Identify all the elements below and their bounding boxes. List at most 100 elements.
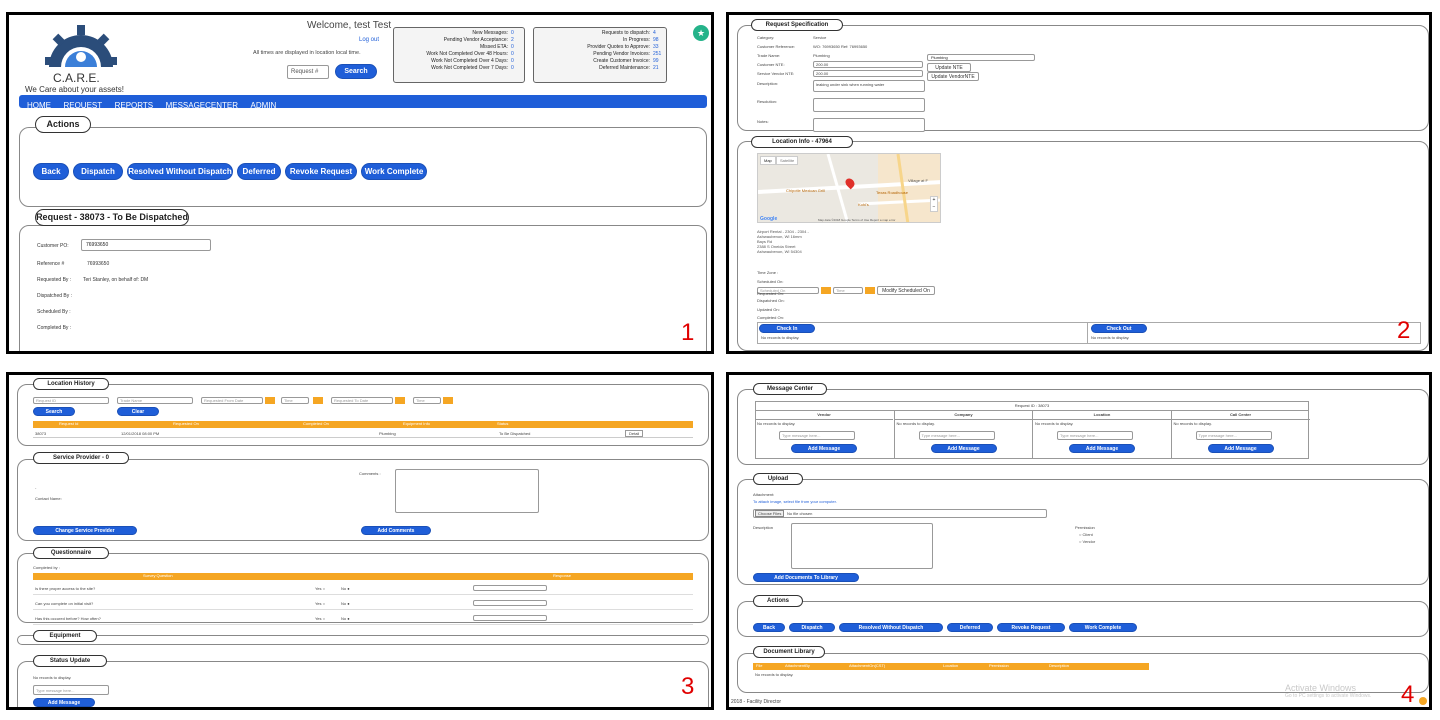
to-calendar-icon[interactable] — [395, 397, 405, 404]
question-response-input[interactable] — [473, 585, 547, 591]
modify-scheduled-button[interactable]: Modify Scheduled On — [877, 286, 935, 295]
mc-header-divider — [1171, 419, 1310, 420]
mc-message-input[interactable]: Type message here... — [1195, 431, 1272, 440]
choose-files-button[interactable]: Choose Files — [755, 510, 785, 517]
history-detail-button[interactable]: Detail — [625, 430, 644, 437]
stat-value[interactable]: 99 — [653, 58, 663, 65]
revoke-request-button[interactable]: Revoke Request — [285, 163, 357, 180]
upload-description-textarea[interactable] — [791, 523, 933, 569]
history-to-date-input[interactable]: Requested To Date — [331, 397, 393, 404]
p4-deferred-button[interactable]: Deferred — [947, 623, 993, 632]
header-search-button[interactable]: Search — [335, 64, 377, 79]
permission-vendor[interactable]: ○ Vendor — [1079, 539, 1095, 544]
mc-message-input[interactable]: Type message here... — [1057, 431, 1133, 440]
question-yes-radio[interactable]: Yes ○ — [315, 616, 325, 621]
stat-label: Requests to dispatch: — [601, 30, 650, 36]
mc-message-input[interactable]: Type message here... — [918, 431, 995, 440]
spec-nte-input[interactable]: 200.00 — [813, 70, 923, 77]
status-message-input[interactable]: Type message here... — [33, 685, 109, 695]
history-from-time-input[interactable]: Time — [281, 397, 309, 404]
times-note: All times are displayed in location loca… — [253, 50, 361, 56]
question-no-radio[interactable]: No ● — [341, 616, 350, 621]
history-request-id-input[interactable]: Request ID — [33, 397, 109, 404]
location-map[interactable]: Map Satellite Chipotle Mexican Grill Tex… — [757, 153, 941, 223]
permission-client[interactable]: ○ Client — [1079, 532, 1093, 537]
p4-resolved-button[interactable]: Resolved Without Dispatch — [839, 623, 943, 632]
sp-dash: - — [35, 485, 37, 490]
spec-nte-input[interactable]: 200.00 — [813, 61, 923, 68]
history-search-button[interactable]: Search — [33, 407, 75, 416]
stat-value[interactable]: 251 — [653, 51, 663, 58]
history-trade-input[interactable]: Trade Name — [117, 397, 193, 404]
p4-dispatch-button[interactable]: Dispatch — [789, 623, 835, 632]
question-response-input[interactable] — [473, 600, 547, 606]
stat-value[interactable]: 4 — [653, 30, 663, 37]
add-comments-button[interactable]: Add Comments — [361, 526, 431, 535]
mc-add-message-button[interactable]: Add Message — [1069, 444, 1135, 453]
mc-add-message-button[interactable]: Add Message — [791, 444, 857, 453]
stat-value[interactable]: 33 — [653, 44, 663, 51]
question-yes-radio[interactable]: Yes ○ — [315, 601, 325, 606]
history-to-time-input[interactable]: Time — [413, 397, 441, 404]
calendar-icon[interactable] — [821, 287, 831, 294]
work-complete-button[interactable]: Work Complete — [361, 163, 427, 180]
check-out-button[interactable]: Check Out — [1091, 324, 1147, 333]
nav-reports[interactable]: REPORTS — [115, 101, 154, 110]
stat-value[interactable]: 0 — [511, 44, 521, 51]
spec-textarea[interactable] — [813, 118, 925, 132]
to-clock-icon[interactable] — [443, 397, 453, 404]
stat-value[interactable]: 2 — [511, 37, 521, 44]
question-no-radio[interactable]: No ● — [341, 586, 350, 591]
question-yes-radio[interactable]: Yes ○ — [315, 586, 325, 591]
mc-add-message-button[interactable]: Add Message — [1207, 444, 1274, 453]
change-service-provider-button[interactable]: Change Service Provider — [33, 526, 137, 535]
stat-value[interactable]: 0 — [511, 65, 521, 72]
deferred-button[interactable]: Deferred — [237, 163, 281, 180]
resolved-without-dispatch-button[interactable]: Resolved Without Dispatch — [127, 163, 233, 180]
map-zoom-control-icon[interactable]: + − — [930, 196, 938, 212]
history-cell-equipment: Plumbing — [379, 431, 396, 436]
spec-textarea[interactable] — [813, 98, 925, 112]
nav-admin[interactable]: ADMIN — [250, 101, 276, 110]
history-col-completed-on: Completed On — [303, 421, 329, 426]
stat-value[interactable]: 0 — [511, 51, 521, 58]
comments-textarea[interactable] — [395, 469, 539, 513]
stat-value[interactable]: 0 — [511, 30, 521, 37]
dispatch-button[interactable]: Dispatch — [73, 163, 123, 180]
question-no-radio[interactable]: No ● — [341, 601, 350, 606]
history-from-date-input[interactable]: Requested From Date — [201, 397, 263, 404]
clock-icon[interactable] — [865, 287, 875, 294]
status-add-message-button[interactable]: Add Message — [33, 698, 95, 707]
mc-message-input[interactable]: Type message here... — [779, 431, 855, 440]
customer-po-input[interactable]: 76993650 — [81, 239, 211, 251]
from-clock-icon[interactable] — [313, 397, 323, 404]
trade-select[interactable]: Plumbing — [927, 54, 1035, 61]
history-col-request-id: Request Id — [59, 421, 79, 426]
p4-revoke-button[interactable]: Revoke Request — [997, 623, 1065, 632]
update-vendor-nte-button[interactable]: Update VendorNTE — [927, 72, 979, 81]
question-response-input[interactable] — [473, 615, 547, 621]
mc-add-message-button[interactable]: Add Message — [930, 444, 997, 453]
map-tab-satellite[interactable]: Satellite — [776, 156, 799, 165]
stat-value[interactable]: 98 — [653, 37, 663, 44]
nav-messagecenter[interactable]: MESSAGECENTER — [166, 101, 238, 110]
spec-textarea[interactable]: leaking under sink when running water — [813, 80, 925, 92]
check-in-button[interactable]: Check In — [759, 324, 815, 333]
back-button[interactable]: Back — [33, 163, 69, 180]
stat-value[interactable]: 21 — [653, 65, 663, 72]
request-number-input[interactable]: Request # — [287, 65, 329, 79]
scheduled-time-input[interactable]: Time — [833, 287, 863, 294]
p4-work-complete-button[interactable]: Work Complete — [1069, 623, 1137, 632]
nav-home[interactable]: HOME — [27, 101, 51, 110]
history-clear-button[interactable]: Clear — [117, 407, 159, 416]
p4-back-button[interactable]: Back — [753, 623, 785, 632]
map-tab-map[interactable]: Map — [760, 156, 776, 165]
stat-value[interactable]: 0 — [511, 58, 521, 65]
stat-row: Missed ETA: 0 — [397, 44, 521, 51]
support-icon[interactable]: ★ — [693, 25, 709, 41]
logout-link[interactable]: Log out — [359, 37, 379, 43]
update-nte-button[interactable]: Update NTE — [927, 63, 971, 72]
add-documents-button[interactable]: Add Documents To Library — [753, 573, 859, 582]
nav-request[interactable]: REQUEST — [63, 101, 102, 110]
from-calendar-icon[interactable] — [265, 397, 275, 404]
